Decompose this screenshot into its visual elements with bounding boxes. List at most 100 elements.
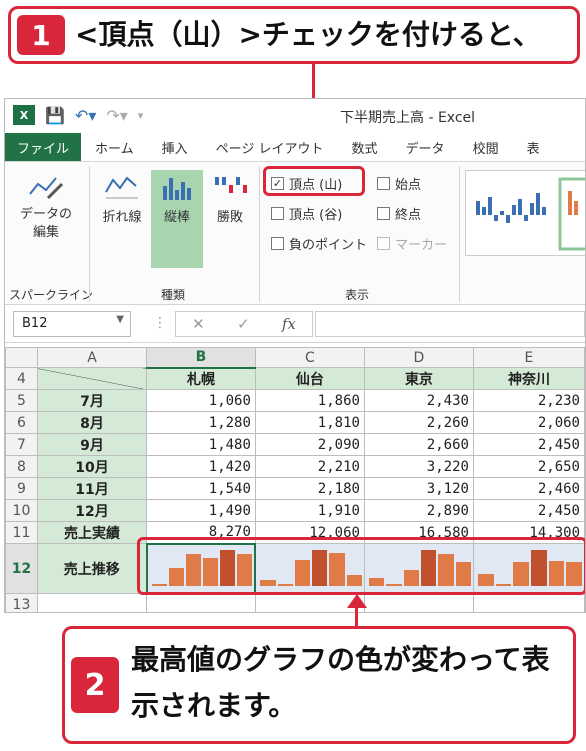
line-chart-icon [103,170,141,200]
edit-data-button[interactable]: データの 編集 [15,170,77,242]
sales-cell[interactable]: 2,090 [254,433,365,456]
column-header-c[interactable]: C [254,347,365,368]
tab-file[interactable]: ファイル [5,133,82,161]
column-header-d[interactable]: D [363,347,474,368]
month-label[interactable]: 12月 [36,499,148,522]
column-header-e[interactable]: E [472,347,585,368]
undo-icon[interactable]: ↶▾ [75,106,96,125]
month-label[interactable]: 11月 [36,477,148,500]
row-header[interactable]: 12 [5,543,38,594]
trend-label[interactable]: 売上推移 [36,543,148,594]
row-header[interactable]: 6 [5,411,38,434]
month-label[interactable]: 8月 [36,411,148,434]
sales-cell[interactable]: 2,890 [363,499,474,522]
column-header-b[interactable]: B [146,347,256,369]
chevron-down-icon[interactable]: ▼ [116,314,124,325]
table-row: 6 8月 1,280 1,810 2,260 2,060 [5,411,585,434]
tab-formulas[interactable]: 数式 [338,133,392,161]
sales-cell[interactable]: 1,540 [146,477,256,500]
empty-cell[interactable] [472,593,585,612]
callout-step-1: 1 <頂点（山）>チェックを付けると、 [8,6,580,64]
city-header[interactable]: 札幌 [146,367,256,390]
step-number-1: 1 [17,15,65,55]
edit-data-label: データの 編集 [19,207,72,240]
sales-cell[interactable]: 1,860 [254,389,365,412]
table-row: 8 10月 1,420 2,210 3,220 2,650 [5,455,585,478]
negative-points-label: 負のポイント [289,238,368,253]
checkbox-last-point[interactable]: 終点 [377,204,421,223]
checkbox-negative-points[interactable]: 負のポイント [271,234,367,253]
sales-cell[interactable]: 1,910 [254,499,365,522]
sales-cell[interactable]: 1,280 [146,411,256,434]
cancel-icon[interactable]: ✕ [192,315,205,333]
month-label[interactable]: 10月 [36,455,148,478]
row-header[interactable]: 9 [5,477,38,500]
redo-icon[interactable]: ↷▾ [106,106,127,125]
month-label[interactable]: 7月 [36,389,148,412]
sales-cell[interactable]: 1,060 [146,389,256,412]
unchecked-box-icon [271,237,284,250]
city-header[interactable]: 東京 [363,367,474,390]
row-header[interactable]: 13 [5,593,38,612]
sales-cell[interactable]: 3,120 [363,477,474,500]
month-label[interactable]: 9月 [36,433,148,456]
customize-qat-icon[interactable]: ▾ [138,109,144,122]
sales-cell[interactable]: 2,230 [472,389,585,412]
total-label[interactable]: 売上実績 [36,521,148,544]
tab-data[interactable]: データ [392,133,459,161]
name-box-value: B12 [22,316,48,331]
empty-cell[interactable] [36,593,148,612]
divider [89,166,90,302]
row-header[interactable]: 11 [5,521,38,544]
sales-cell[interactable]: 2,450 [472,499,585,522]
sales-cell[interactable]: 2,060 [472,411,585,434]
diagonal-header-cell[interactable] [36,367,148,390]
sparkline-style-gallery[interactable] [465,170,585,256]
insert-function-icon[interactable]: fx [282,315,296,333]
checkbox-first-point[interactable]: 始点 [377,174,421,193]
tab-view[interactable]: 表 [513,133,554,161]
sales-cell[interactable]: 2,430 [363,389,474,412]
empty-cell[interactable] [363,593,474,612]
name-box[interactable]: B12 ▼ [13,311,131,337]
winloss-sparkline-button[interactable]: 勝敗 [205,170,255,268]
line-label: 折れ線 [102,210,142,225]
callout-step-2: 2 最高値のグラフの色が変わって表示されます。 [62,626,576,744]
more-icon: ⋮ [153,315,167,331]
sales-cell[interactable]: 1,490 [146,499,256,522]
row-header[interactable]: 4 [5,367,38,390]
tab-home[interactable]: ホーム [81,133,148,161]
empty-cell[interactable] [146,593,256,612]
ribbon-tabs: ファイル ホーム 挿入 ページ レイアウト 数式 データ 校閲 表 [5,133,585,161]
select-all-corner[interactable] [5,347,38,368]
tab-review[interactable]: 校閲 [459,133,513,161]
column-sparkline-button[interactable]: 縦棒 [151,170,203,268]
city-header[interactable]: 神奈川 [472,367,585,390]
enter-icon[interactable]: ✓ [237,315,250,333]
sales-cell[interactable]: 1,810 [254,411,365,434]
line-sparkline-button[interactable]: 折れ線 [95,170,149,268]
sales-cell[interactable]: 2,260 [363,411,474,434]
row-header[interactable]: 10 [5,499,38,522]
sales-cell[interactable]: 2,450 [472,433,585,456]
quick-access-toolbar: X 💾 ↶▾ ↷▾ ▾ [13,105,143,125]
sales-cell[interactable]: 2,210 [254,455,365,478]
save-icon[interactable]: 💾 [45,106,65,125]
checkbox-low-point[interactable]: 頂点 (谷) [271,204,342,223]
row-header[interactable]: 7 [5,433,38,456]
tab-insert[interactable]: 挿入 [148,133,202,161]
row-header[interactable]: 8 [5,455,38,478]
sales-cell[interactable]: 3,220 [363,455,474,478]
formula-input[interactable] [315,311,585,337]
sales-cell[interactable]: 2,650 [472,455,585,478]
sales-cell[interactable]: 1,420 [146,455,256,478]
tab-page-layout[interactable]: ページ レイアウト [202,133,338,161]
excel-window: X 💾 ↶▾ ↷▾ ▾ 下半期売上高 - Excel ファイル ホーム 挿入 ペ… [4,98,586,613]
column-header-a[interactable]: A [36,347,148,368]
row-header[interactable]: 5 [5,389,38,412]
city-header[interactable]: 仙台 [254,367,365,390]
sales-cell[interactable]: 2,180 [254,477,365,500]
sales-cell[interactable]: 1,480 [146,433,256,456]
sales-cell[interactable]: 2,460 [472,477,585,500]
sales-cell[interactable]: 2,660 [363,433,474,456]
